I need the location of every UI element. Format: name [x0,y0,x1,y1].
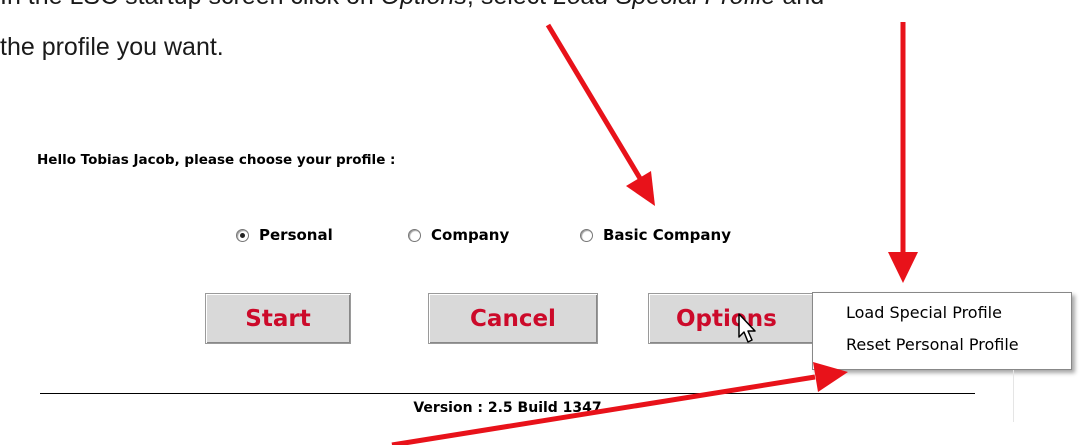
annotation-arrow-icon [391,362,848,445]
annotation-arrows [391,22,918,445]
annotation-arrow-icon [888,22,918,283]
annotation-arrow-icon [545,23,655,206]
